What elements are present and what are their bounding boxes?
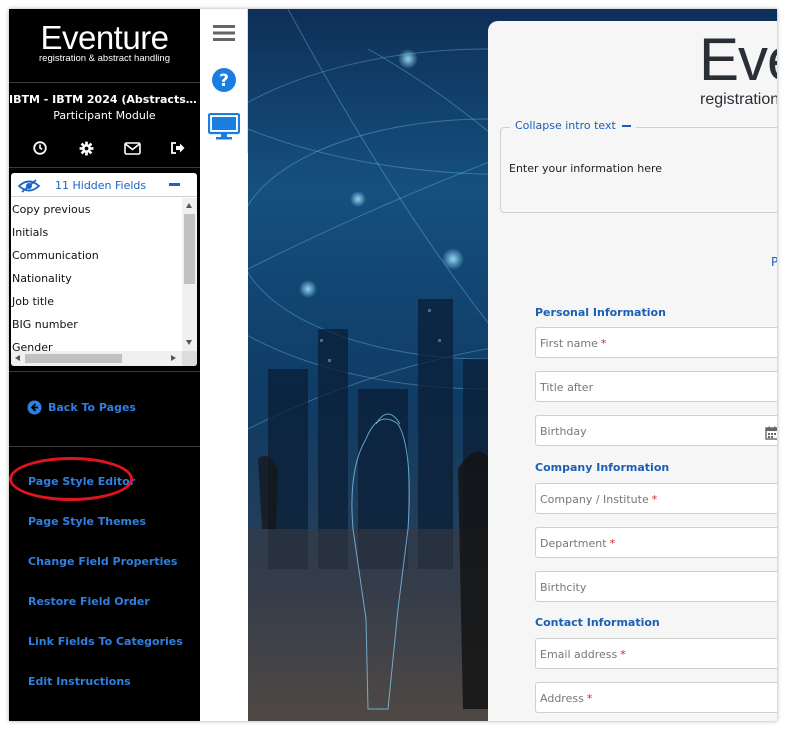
birthcity-placeholder: Birthcity: [540, 581, 587, 594]
collapse-intro-toggle[interactable]: Collapse intro text: [510, 119, 636, 132]
address-field[interactable]: Address *: [535, 682, 777, 713]
birthcity-field[interactable]: Birthcity: [535, 571, 777, 602]
divider: [9, 371, 200, 372]
scroll-thumb[interactable]: [25, 354, 122, 363]
divider: [9, 167, 200, 168]
minus-icon: [621, 124, 631, 127]
hidden-field-item[interactable]: Job title: [11, 290, 182, 313]
module-label: Participant Module: [53, 109, 156, 122]
company-placeholder: Company / Institute: [540, 493, 649, 506]
email-placeholder: Email address: [540, 648, 618, 661]
required-mark: *: [609, 537, 616, 550]
logo-tagline: registration & abstract handling: [39, 53, 170, 64]
hidden-field-item[interactable]: Initials: [11, 221, 182, 244]
intro-text: Enter your information here: [509, 162, 663, 175]
hidden-fields-header[interactable]: 11 Hidden Fields: [11, 173, 197, 197]
scroll-corner: [182, 351, 197, 366]
form-logo-tagline: registration: [700, 91, 777, 108]
vertical-toolbar: ?: [200, 9, 248, 153]
hidden-field-item[interactable]: Nationality: [11, 267, 182, 290]
first-name-field[interactable]: First name *: [535, 327, 777, 358]
hidden-fields-list: Copy previous Initials Communication Nat…: [11, 198, 182, 351]
menu-restore-field-order[interactable]: Restore Field Order: [28, 595, 150, 608]
scroll-left-icon[interactable]: [15, 355, 20, 361]
menu-change-field-properties[interactable]: Change Field Properties: [28, 555, 177, 568]
title-after-placeholder: Title after: [540, 381, 594, 394]
calendar-icon[interactable]: [765, 425, 777, 444]
event-title: IBTM - IBTM 2024 (Abstracts & Participan…: [9, 93, 200, 106]
sidebar-tools: [29, 139, 189, 157]
scroll-right-icon[interactable]: [171, 355, 176, 361]
logout-icon[interactable]: [167, 139, 189, 157]
clock-icon[interactable]: [29, 139, 51, 157]
horizontal-scrollbar[interactable]: [11, 351, 182, 366]
birthday-field[interactable]: Birthday: [535, 415, 777, 446]
hidden-fields-label: 11 Hidden Fields: [55, 179, 147, 192]
company-institute-field[interactable]: Company / Institute *: [535, 483, 777, 514]
highlight-annotation: [9, 457, 133, 501]
section-contact-information: Contact Information: [535, 616, 660, 629]
gear-icon[interactable]: [75, 139, 97, 157]
svg-text:?: ?: [219, 71, 229, 91]
sidebar: Eventure registration & abstract handlin…: [9, 9, 200, 721]
help-icon[interactable]: ?: [200, 58, 248, 102]
vertical-scrollbar[interactable]: [182, 198, 197, 351]
page-heading-fragment: P: [771, 255, 777, 269]
menu-page-style-themes[interactable]: Page Style Themes: [28, 515, 146, 528]
back-to-pages-label: Back To Pages: [48, 401, 136, 414]
section-company-information: Company Information: [535, 461, 670, 474]
hamburger-icon[interactable]: [200, 11, 248, 55]
required-mark: *: [586, 692, 593, 705]
hidden-field-item[interactable]: Communication: [11, 244, 182, 267]
required-mark: *: [620, 648, 626, 661]
hidden-fields-panel: 11 Hidden Fields Copy previous Initials …: [11, 173, 197, 366]
menu-link-fields-to-categories[interactable]: Link Fields To Categories: [28, 635, 183, 648]
department-placeholder: Department: [540, 537, 607, 550]
scroll-down-icon[interactable]: [186, 340, 192, 345]
arrow-left-circle-icon: [27, 400, 42, 415]
hidden-field-item[interactable]: BIG number: [11, 313, 182, 336]
hidden-field-item[interactable]: Gender: [11, 336, 182, 351]
title-after-field[interactable]: Title after: [535, 371, 777, 402]
collapse-intro-label: Collapse intro text: [515, 119, 616, 132]
scroll-up-icon[interactable]: [186, 203, 192, 208]
divider: [9, 446, 200, 447]
required-mark: *: [600, 337, 607, 350]
menu-edit-instructions[interactable]: Edit Instructions: [28, 675, 131, 688]
section-personal-information: Personal Information: [535, 306, 666, 319]
desktop-icon[interactable]: [200, 105, 248, 149]
address-placeholder: Address: [540, 692, 584, 705]
scroll-thumb[interactable]: [184, 214, 195, 284]
email-field[interactable]: Email address *: [535, 638, 777, 669]
eventure-logo: Eventure registration & abstract handlin…: [9, 9, 200, 83]
hidden-field-item[interactable]: Copy previous: [11, 198, 182, 221]
required-mark: *: [651, 493, 658, 506]
first-name-placeholder: First name: [540, 337, 598, 350]
collapse-minus-icon[interactable]: [169, 183, 180, 186]
back-to-pages-link[interactable]: Back To Pages: [27, 400, 136, 415]
envelope-icon[interactable]: [121, 139, 143, 157]
registration-form: Eve registration Collapse intro text Ent…: [488, 21, 777, 721]
department-field[interactable]: Department *: [535, 527, 777, 558]
form-logo-wordmark: Eve: [699, 26, 777, 93]
app-frame: Eventure registration & abstract handlin…: [9, 9, 777, 721]
logo-wordmark: Eventure: [40, 19, 169, 56]
birthday-placeholder: Birthday: [540, 425, 587, 438]
hidden-eye-icon: [17, 178, 41, 197]
